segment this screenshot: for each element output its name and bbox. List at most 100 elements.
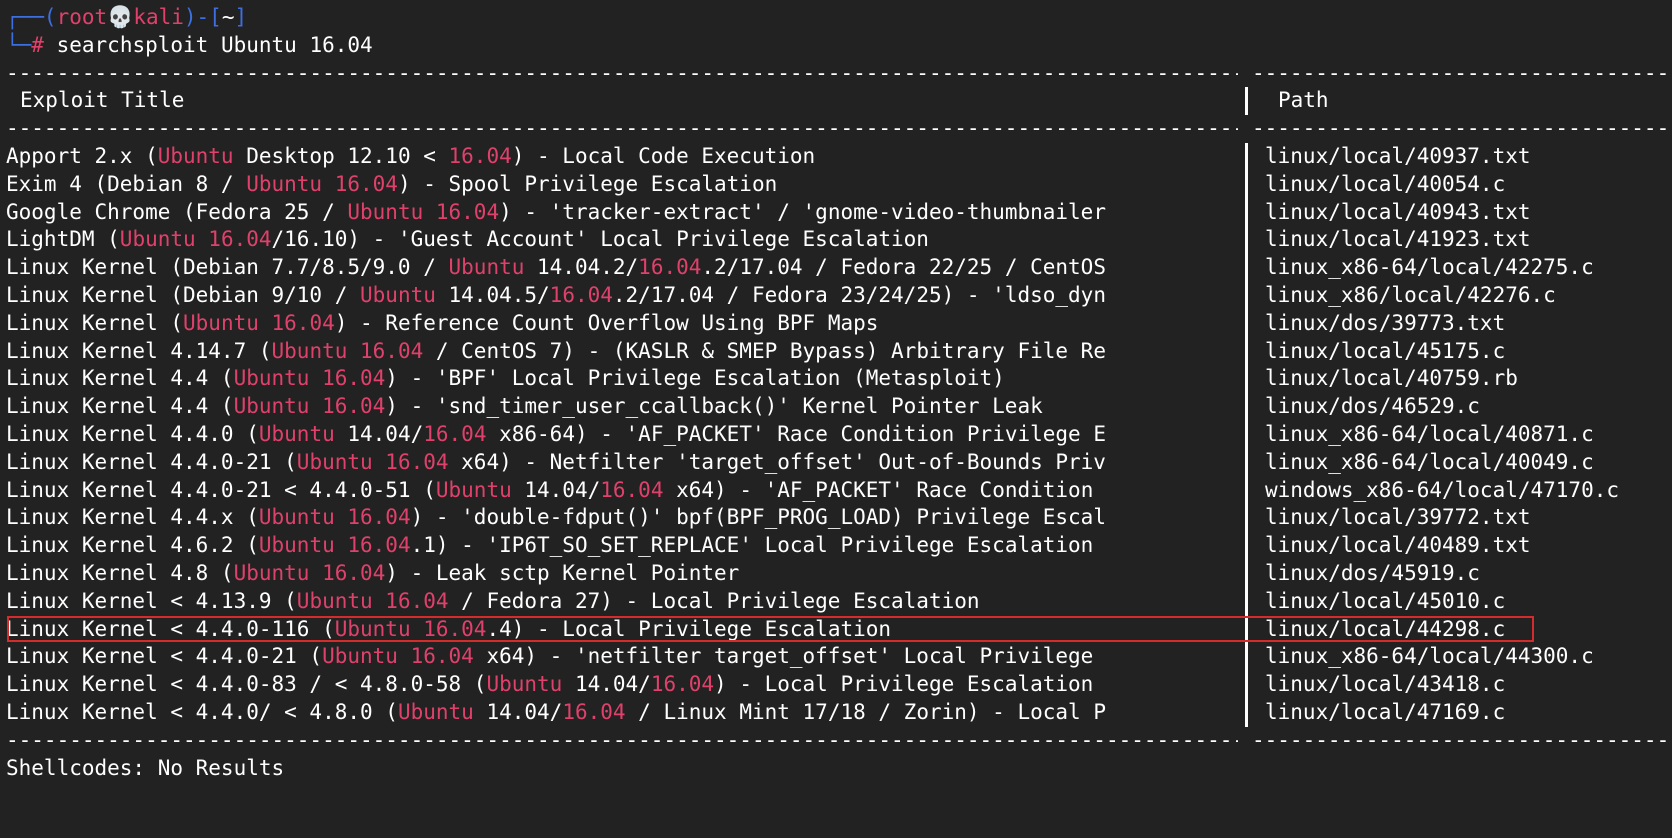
- column-separator: [1245, 170, 1248, 199]
- prompt-mid: )-[: [183, 5, 222, 29]
- exploit-path[interactable]: linux/local/40489.txt: [1265, 532, 1531, 560]
- title-text: ) - 'snd_timer_user_ccallback()' Kernel …: [385, 394, 1043, 419]
- table-row[interactable]: Linux Kernel 4.4 (Ubuntu 16.04) - 'snd_t…: [6, 393, 1666, 421]
- column-header-title: Exploit Title: [20, 88, 185, 113]
- title-text: Google Chrome (Fedora 25 /: [6, 199, 348, 224]
- table-row[interactable]: Linux Kernel 4.4.x (Ubuntu 16.04) - 'dou…: [6, 504, 1666, 533]
- exploit-path[interactable]: linux_x86-64/local/40049.c: [1265, 449, 1594, 477]
- divider-top: ----------------------------------------…: [6, 60, 1672, 85]
- title-text: ) - 'tracker-extract' / 'gnome-video-thu…: [499, 199, 1106, 224]
- exploit-path[interactable]: linux/local/40937.txt: [1265, 143, 1531, 171]
- title-text: x64) - Netfilter 'target_offset' Out-of-…: [448, 449, 1106, 474]
- table-row[interactable]: Linux Kernel (Debian 7.7/8.5/9.0 / Ubunt…: [6, 254, 1666, 282]
- exploit-path[interactable]: linux/local/47169.c: [1265, 699, 1505, 727]
- title-text: Linux Kernel (: [6, 310, 184, 335]
- exploit-title: Linux Kernel 4.4.0-21 (Ubuntu 16.04 x64)…: [6, 449, 1236, 477]
- title-text: Linux Kernel 4.4.0-21 < 4.4.0-51 (: [6, 477, 436, 502]
- exploit-path[interactable]: linux/dos/39773.txt: [1265, 310, 1505, 338]
- title-text: Linux Kernel (Debian 9/10 /: [6, 282, 361, 307]
- title-text: Linux Kernel 4.4 (: [6, 366, 234, 391]
- exploit-title: Linux Kernel 4.14.7 (Ubuntu 16.04 / Cent…: [6, 338, 1236, 366]
- title-text: / Fedora 27) - Local Privilege Escalatio…: [448, 588, 980, 613]
- table-row[interactable]: Linux Kernel < 4.4.0-21 (Ubuntu 16.04 x6…: [6, 643, 1666, 672]
- exploit-title: Linux Kernel 4.4.0 (Ubuntu 14.04/16.04 x…: [6, 421, 1236, 449]
- title-text: Linux Kernel < 4.4.0-116 (: [6, 616, 335, 641]
- exploit-path[interactable]: linux/local/40759.rb: [1265, 365, 1518, 393]
- table-row[interactable]: Exim 4 (Debian 8 / Ubuntu 16.04) - Spool…: [6, 170, 1666, 199]
- table-row[interactable]: Linux Kernel 4.4.0-21 (Ubuntu 16.04 x64)…: [6, 448, 1666, 477]
- exploit-path[interactable]: linux/local/45175.c: [1265, 338, 1505, 366]
- exploit-title: Linux Kernel < 4.4.0-116 (Ubuntu 16.04.4…: [6, 616, 1236, 644]
- table-row[interactable]: Linux Kernel 4.6.2 (Ubuntu 16.04.1) - 'I…: [6, 532, 1666, 560]
- title-text: / Linux Mint 17/18 / Zorin) - Local P: [625, 699, 1106, 724]
- match-highlight: 16.04: [650, 672, 715, 697]
- column-separator: [1245, 559, 1248, 588]
- prompt-line-2: └─# searchsploit Ubuntu 16.04: [6, 32, 1666, 60]
- exploit-path[interactable]: linux_x86-64/local/40871.c: [1265, 421, 1594, 449]
- prompt-user: root: [56, 5, 108, 29]
- command-text[interactable]: searchsploit Ubuntu 16.04: [57, 33, 373, 57]
- column-separator: [1245, 504, 1248, 533]
- exploit-path[interactable]: linux_x86-64/local/42275.c: [1265, 254, 1594, 282]
- table-row[interactable]: Google Chrome (Fedora 25 / Ubuntu 16.04)…: [6, 198, 1666, 227]
- title-text: 14.04/: [511, 477, 601, 502]
- exploit-path[interactable]: linux/local/45010.c: [1265, 588, 1505, 616]
- column-separator: [1245, 671, 1248, 699]
- table-row[interactable]: Linux Kernel 4.4 (Ubuntu 16.04) - 'BPF' …: [6, 365, 1666, 394]
- column-separator: [1245, 532, 1248, 560]
- table-row[interactable]: Linux Kernel < 4.4.0/ < 4.8.0 (Ubuntu 14…: [6, 698, 1666, 727]
- column-separator: [1245, 643, 1248, 672]
- title-text: Linux Kernel 4.6.2 (: [6, 533, 259, 558]
- divider-header: ----------------------------------------…: [6, 116, 1672, 141]
- terminal[interactable]: ┌──(root💀kali)-[~] └─# searchsploit Ubun…: [6, 4, 1672, 782]
- exploit-path[interactable]: linux_x86-64/local/44300.c: [1265, 643, 1594, 671]
- title-text: .1) - 'IP6T_SO_SET_REPLACE' Local Privil…: [410, 533, 1094, 558]
- match-highlight: Ubuntu 16.04: [119, 227, 272, 252]
- title-text: ) - 'double-fdput()' bpf(BPF_PROG_LOAD) …: [410, 505, 1106, 530]
- title-text: ) - Local Privilege Escalation: [714, 672, 1094, 697]
- exploit-path[interactable]: linux/local/44298.c: [1265, 616, 1505, 644]
- match-highlight: 16.04: [638, 255, 702, 280]
- table-row[interactable]: Linux Kernel 4.8 (Ubuntu 16.04) - Leak s…: [6, 559, 1666, 588]
- title-text: Linux Kernel < 4.4.0-21 (: [6, 644, 323, 669]
- prompt-end: ]: [234, 5, 248, 29]
- match-highlight: Ubuntu 16.04: [296, 449, 449, 474]
- match-highlight: Ubuntu: [448, 255, 525, 280]
- exploit-path[interactable]: linux/local/43418.c: [1265, 671, 1505, 699]
- exploit-path[interactable]: linux/dos/45919.c: [1265, 560, 1480, 588]
- title-text: Linux Kernel 4.4 (: [6, 394, 234, 419]
- exploit-title: Linux Kernel (Debian 7.7/8.5/9.0 / Ubunt…: [6, 254, 1236, 282]
- column-separator: [1245, 365, 1248, 394]
- title-text: .2/17.04 / Fedora 22/25 / CentOS: [701, 255, 1106, 280]
- table-row[interactable]: Linux Kernel 4.14.7 (Ubuntu 16.04 / Cent…: [6, 337, 1666, 366]
- table-row[interactable]: Linux Kernel (Debian 9/10 / Ubuntu 14.04…: [6, 281, 1666, 310]
- exploit-path[interactable]: linux/local/40054.c: [1265, 171, 1505, 199]
- table-row[interactable]: Linux Kernel (Ubuntu 16.04) - Reference …: [6, 309, 1666, 338]
- table-row[interactable]: Apport 2.x (Ubuntu Desktop 12.10 < 16.04…: [6, 142, 1666, 171]
- match-highlight: Ubuntu 16.04: [271, 338, 424, 363]
- title-text: 14.04.5/: [435, 282, 550, 307]
- title-text: x64) - 'AF_PACKET' Race Condition: [663, 477, 1094, 502]
- table-row[interactable]: LightDM (Ubuntu 16.04/16.10) - 'Guest Ac…: [6, 226, 1666, 255]
- table-row[interactable]: Linux Kernel < 4.4.0-116 (Ubuntu 16.04.4…: [6, 615, 1666, 644]
- exploit-path[interactable]: linux_x86/local/42276.c: [1265, 282, 1556, 310]
- exploit-path[interactable]: linux/local/39772.txt: [1265, 504, 1531, 532]
- title-text: Apport 2.x (: [6, 143, 158, 168]
- divider-bottom: ----------------------------------------…: [6, 727, 1672, 752]
- results-table: Apport 2.x (Ubuntu Desktop 12.10 < 16.04…: [6, 142, 1666, 727]
- exploit-path[interactable]: linux/local/41923.txt: [1265, 226, 1531, 254]
- title-text: 14.04/: [334, 421, 424, 446]
- exploit-path[interactable]: linux/local/40943.txt: [1265, 199, 1531, 227]
- match-highlight: Ubuntu 16.04: [246, 171, 398, 196]
- table-row[interactable]: Linux Kernel 4.4.0-21 < 4.4.0-51 (Ubuntu…: [6, 476, 1666, 505]
- title-text: Linux Kernel < 4.13.9 (: [6, 588, 297, 613]
- table-row[interactable]: Linux Kernel < 4.13.9 (Ubuntu 16.04 / Fe…: [6, 587, 1666, 616]
- title-text: 14.04/: [473, 699, 563, 724]
- exploit-path[interactable]: windows_x86-64/local/47170.c: [1265, 477, 1619, 505]
- exploit-title: Exim 4 (Debian 8 / Ubuntu 16.04) - Spool…: [6, 171, 1236, 199]
- exploit-path[interactable]: linux/dos/46529.c: [1265, 393, 1480, 421]
- table-row[interactable]: Linux Kernel < 4.4.0-83 / < 4.8.0-58 (Ub…: [6, 671, 1666, 699]
- match-highlight: Ubuntu 16.04: [296, 588, 449, 613]
- title-text: ) - Local Code Execution: [511, 143, 816, 168]
- table-row[interactable]: Linux Kernel 4.4.0 (Ubuntu 14.04/16.04 x…: [6, 420, 1666, 449]
